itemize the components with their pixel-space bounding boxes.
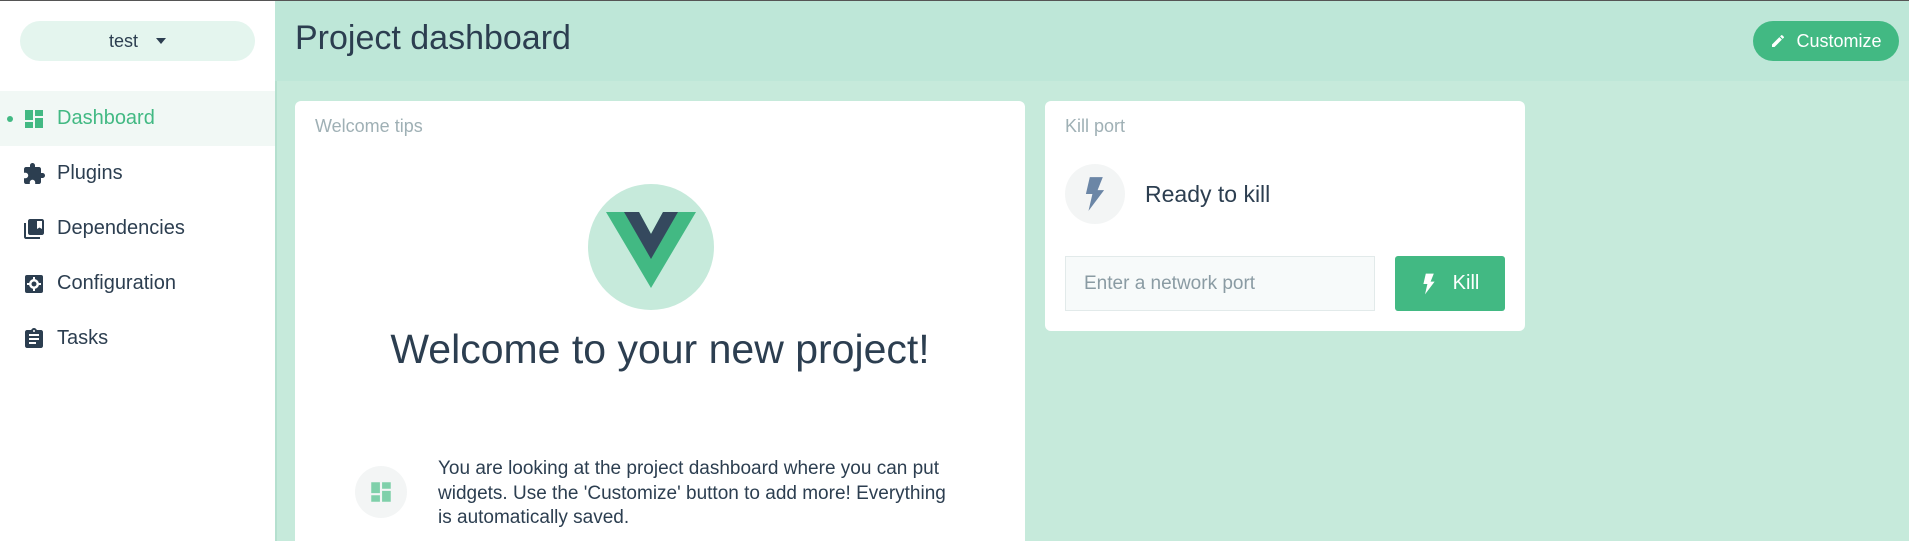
sidebar-item-label: Dependencies [57,217,185,239]
sidebar-item-dependencies[interactable]: Dependencies [0,201,275,256]
sidebar-item-plugins[interactable]: Plugins [0,146,275,201]
active-indicator [7,116,13,122]
lightning-icon [1423,273,1435,294]
sidebar-item-label: Tasks [57,327,109,349]
pencil-icon [1772,34,1785,47]
welcome-heading: Welcome to your new project! [390,326,930,372]
lightning-icon [1085,177,1105,211]
tip-icon-container [355,466,407,518]
kill-label: Kill [1452,272,1480,294]
dashboard-icon [371,482,391,502]
widget-title: Kill port [1065,116,1126,136]
kill-port-widget: Kill port Ready to kill Kill [1045,101,1525,331]
project-switcher[interactable]: test [20,21,255,61]
sidebar-item-dashboard[interactable]: Dashboard [0,91,275,146]
library-icon [24,219,44,239]
dashboard-icon [25,110,43,128]
sidebar-item-label: Dashboard [57,107,155,129]
sidebar-item-label: Configuration [57,272,176,294]
customize-button[interactable]: Customize [1753,21,1899,61]
page-header: Project dashboard Customize [275,1,1909,81]
sidebar-nav: Dashboard Plugins Dependencies Configura… [0,91,275,366]
sidebar: test Dashboard Plugins Dependencies Conf… [0,1,275,541]
port-input[interactable] [1065,256,1375,311]
sidebar-item-label: Plugins [57,162,123,184]
project-name: test [108,30,138,51]
kill-button[interactable]: Kill [1395,256,1505,311]
vue-logo [588,184,714,310]
page-title: Project dashboard [295,19,571,57]
main-content: Project dashboard Customize Welcome tips… [275,1,1909,541]
customize-label: Customize [1796,30,1882,51]
puzzle-icon [24,163,45,184]
clipboard-icon [25,328,43,348]
welcome-tips-widget: Welcome tips Welcome to your new project… [295,101,1025,541]
sidebar-item-configuration[interactable]: Configuration [0,256,275,311]
chevron-down-icon [156,38,166,44]
status-icon-container [1065,164,1125,224]
widget-title: Welcome tips [315,116,423,136]
sidebar-item-tasks[interactable]: Tasks [0,311,275,366]
settings-icon [25,275,43,293]
tip-text: You are looking at the project dashboard… [438,458,946,528]
kill-status-text: Ready to kill [1145,181,1271,207]
